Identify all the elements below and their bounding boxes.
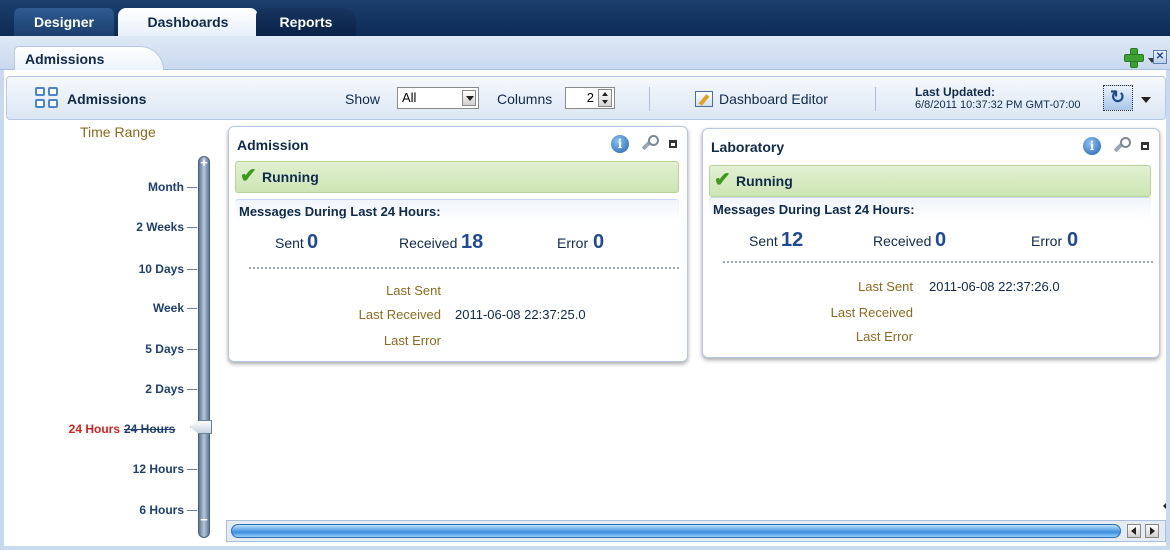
add-icon[interactable] — [1124, 48, 1144, 68]
widget-title: Laboratory — [711, 139, 785, 155]
zoom-in-icon[interactable]: + — [198, 156, 210, 170]
received-count: 0 — [935, 229, 947, 251]
tick-mark — [187, 227, 197, 228]
tick-mark — [187, 349, 197, 350]
last-sent-label: Last Sent — [858, 279, 913, 294]
refresh-button[interactable] — [1103, 85, 1133, 111]
chevron-down-icon[interactable] — [462, 90, 476, 106]
sub-tab-bar: Admissions — [0, 36, 1170, 70]
tick-2-weeks[interactable]: 2 Weeks — [136, 220, 184, 234]
sent-label: Sent — [275, 235, 304, 251]
divider — [249, 267, 679, 269]
info-icon[interactable]: i — [611, 135, 629, 153]
dashboard-toolbar: Admissions Show All Columns 2 Dashboard … — [6, 76, 1166, 120]
status-bar: ✔ Running — [235, 161, 679, 193]
status-label: Running — [262, 169, 319, 185]
tick-month[interactable]: Month — [148, 180, 184, 194]
divider — [649, 87, 650, 111]
widget-admission: Admission i ✔ Running Messages During La… — [228, 126, 688, 362]
page-title: Admissions — [67, 91, 147, 107]
check-icon: ✔ — [714, 169, 731, 191]
dashboard-icon — [35, 87, 61, 111]
show-select[interactable]: All — [397, 87, 479, 109]
last-sent-label: Last Sent — [386, 283, 441, 298]
tab-dashboards[interactable]: Dashboards — [118, 8, 258, 36]
divider — [875, 87, 876, 111]
close-icon[interactable]: ✕ — [1153, 50, 1167, 64]
widget-laboratory: Laboratory i ✔ Running Messages During L… — [702, 128, 1160, 358]
zoom-out-icon[interactable]: − — [198, 513, 210, 528]
chevron-down-icon[interactable] — [1141, 97, 1151, 103]
error-count: 0 — [593, 231, 605, 253]
tick-mark — [187, 389, 197, 390]
messages-header: Messages During Last 24 Hours: — [709, 197, 1151, 221]
last-error-label: Last Error — [855, 329, 913, 344]
messages-title: Messages During Last 24 Hours: — [239, 204, 441, 219]
show-label: Show — [345, 91, 381, 107]
messages-header: Messages During Last 24 Hours: — [235, 199, 679, 223]
tab-designer[interactable]: Designer — [14, 8, 114, 36]
scroll-left-icon[interactable] — [1127, 524, 1141, 538]
app-root: Designer Dashboards Reports Admissions ✕… — [0, 0, 1170, 550]
maximize-icon[interactable] — [669, 140, 677, 148]
collapse-icon[interactable] — [1163, 500, 1169, 512]
status-label: Running — [736, 173, 793, 189]
last-received-label: Last Received — [830, 305, 913, 320]
info-icon[interactable]: i — [1083, 137, 1101, 155]
check-icon: ✔ — [240, 165, 257, 187]
tick-week[interactable]: Week — [153, 301, 184, 315]
tick-mark — [187, 510, 197, 511]
tab-reports[interactable]: Reports — [256, 8, 356, 36]
scrollbar-thumb[interactable] — [231, 524, 1121, 538]
top-tab-bar: Designer Dashboards Reports — [0, 0, 1170, 36]
tab-admissions[interactable]: Admissions — [14, 46, 164, 70]
maximize-icon[interactable] — [1141, 142, 1149, 150]
time-range-title: Time Range — [80, 124, 156, 140]
tick-2-days[interactable]: 2 Days — [145, 382, 184, 396]
received-label: Received — [873, 233, 932, 249]
widget-title: Admission — [237, 137, 309, 153]
last-received-value: 2011-06-08 22:37:25.0 — [455, 307, 586, 322]
wrench-icon[interactable] — [1111, 137, 1131, 155]
tick-mark — [187, 469, 197, 470]
last-updated-value: 6/8/2011 10:37:32 PM GMT-07:00 — [915, 99, 1081, 111]
tick-5-days[interactable]: 5 Days — [145, 342, 184, 356]
selected-range-label: 24 Hours — [68, 422, 120, 436]
tick-mark — [187, 187, 197, 188]
last-error-label: Last Error — [383, 333, 441, 348]
received-label: Received — [399, 235, 458, 251]
time-range-slider[interactable] — [198, 156, 210, 538]
columns-label: Columns — [497, 91, 553, 107]
error-label: Error — [1031, 233, 1063, 249]
show-select-value: All — [402, 90, 417, 105]
last-updated-label: Last Updated: — [915, 85, 996, 99]
tick-mark — [187, 308, 197, 309]
columns-stepper[interactable]: 2 — [565, 87, 615, 109]
spinner-icon[interactable] — [598, 89, 612, 107]
tick-mark — [187, 269, 197, 270]
horizontal-scrollbar[interactable] — [226, 520, 1166, 542]
divider — [723, 261, 1153, 263]
status-bar: ✔ Running — [709, 165, 1151, 197]
last-sent-value: 2011-06-08 22:37:26.0 — [929, 279, 1060, 294]
received-count: 18 — [461, 231, 484, 253]
wrench-icon[interactable] — [639, 135, 659, 153]
edit-icon[interactable] — [695, 91, 713, 107]
tick-24-hours[interactable]: 24 Hours — [124, 422, 175, 436]
sent-count: 12 — [781, 229, 804, 251]
slider-thumb[interactable] — [190, 420, 212, 434]
tick-10-days[interactable]: 10 Days — [139, 262, 184, 276]
sent-count: 0 — [307, 231, 319, 253]
columns-value: 2 — [586, 90, 594, 105]
last-received-label: Last Received — [358, 307, 441, 322]
error-label: Error — [557, 235, 589, 251]
dashboard-editor-button[interactable]: Dashboard Editor — [719, 91, 828, 107]
error-count: 0 — [1067, 229, 1079, 251]
tick-6-hours[interactable]: 6 Hours — [139, 503, 184, 517]
messages-title: Messages During Last 24 Hours: — [713, 202, 915, 217]
tick-12-hours[interactable]: 12 Hours — [133, 462, 184, 476]
sent-label: Sent — [749, 233, 778, 249]
scroll-right-icon[interactable] — [1145, 524, 1159, 538]
